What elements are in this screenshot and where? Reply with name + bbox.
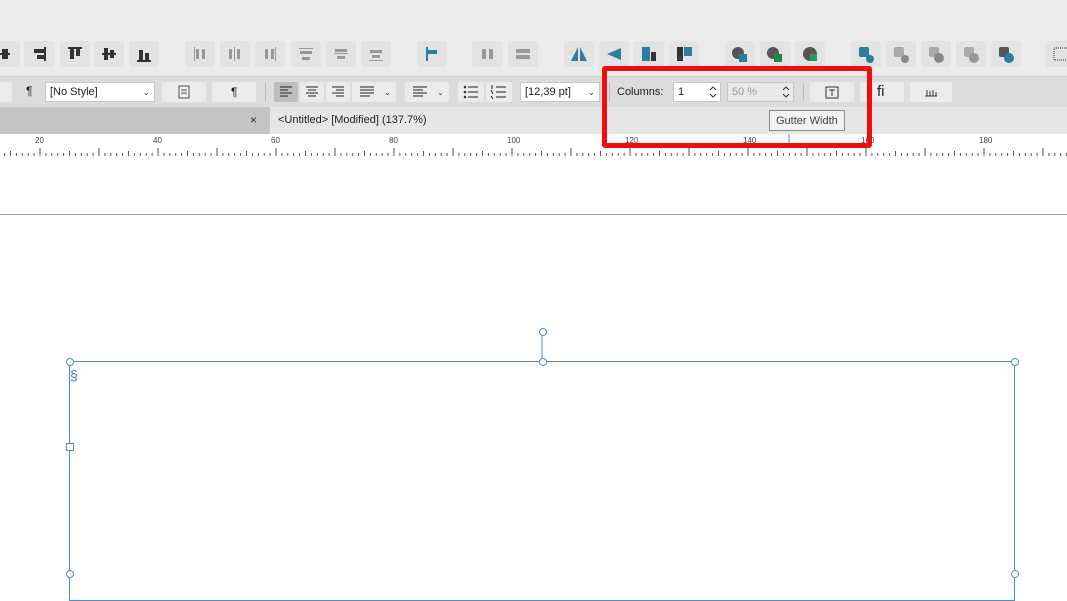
resize-handle-right-bottom[interactable]	[1011, 570, 1019, 578]
text-flow-handle[interactable]	[66, 443, 74, 451]
highlight-box	[602, 66, 872, 148]
resize-handle-top-left[interactable]	[66, 358, 74, 366]
resize-handle-left-bottom[interactable]	[66, 570, 74, 578]
resize-handle-top[interactable]	[539, 358, 547, 366]
rotation-handle[interactable]	[539, 328, 547, 336]
resize-handle-top-right[interactable]	[1011, 358, 1019, 366]
section-mark-icon: §	[70, 367, 78, 383]
text-frame[interactable]	[69, 361, 1015, 601]
